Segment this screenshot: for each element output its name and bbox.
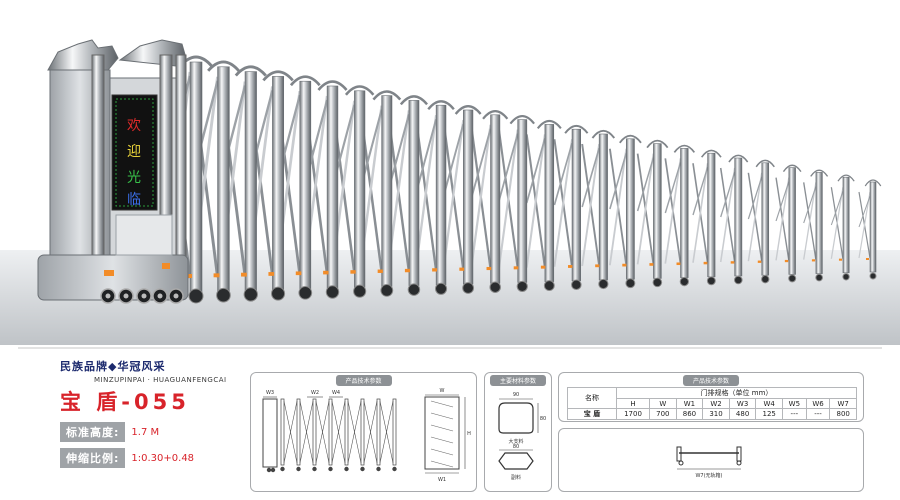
table-cell: W1 <box>675 398 704 409</box>
track-panel: W7(无轨箱) <box>558 428 864 492</box>
brand-block: 民族品牌◆华冠风采 MINZUPINPAI · HUAGUANFENGCAI 宝… <box>60 358 260 468</box>
dim-label: 80 <box>513 444 519 450</box>
spec-table-panel: 产品技术参数 名称 门排规格（单位 mm） H W W1 W2 W3 W4 W5… <box>558 372 864 422</box>
track-drawing: W7(无轨箱) <box>676 446 742 479</box>
led-char: 欢 <box>127 118 141 134</box>
table-cell: 1700 <box>615 408 651 420</box>
gate-illustration: 欢 迎 光 临 <box>0 0 900 345</box>
spec-value: 1.7 M <box>131 426 160 438</box>
table-cell: W5 <box>782 398 807 409</box>
gate-hero-image: 欢 迎 光 临 <box>0 0 900 345</box>
table-cell: W2 <box>702 398 730 409</box>
dim-label: 80 <box>540 416 546 422</box>
control-box: 欢 迎 光 临 <box>37 39 189 304</box>
table-cell: 125 <box>755 408 783 420</box>
table-cell: 310 <box>702 408 730 420</box>
table-cell: 名称 <box>567 387 617 409</box>
dim-label: H <box>467 431 471 437</box>
table-cell: W6 <box>805 398 831 409</box>
table-cell: --- <box>782 408 807 420</box>
table-row: 名称 门排规格（单位 mm） <box>567 387 857 409</box>
model-name: 宝 盾-055 <box>60 390 190 414</box>
dim-label: W4 <box>332 390 340 396</box>
drawing-panel: 产品技术参数 W3 W2 W4 W H W1 <box>250 372 477 492</box>
profile-label: 副料 <box>511 474 521 481</box>
table-row: 宝 盾 1700 700 860 310 480 125 --- --- 800 <box>567 408 857 420</box>
dim-label: W3 <box>266 390 274 396</box>
led-char: 迎 <box>127 144 141 160</box>
spec-label: 伸缩比例: <box>60 448 126 468</box>
info-plate <box>115 214 173 256</box>
table-cell: 宝 盾 <box>567 408 617 420</box>
table-cell: 860 <box>675 408 704 420</box>
gate-technical-drawing: W3 W2 W4 W H W1 <box>262 388 471 483</box>
led-char: 光 <box>127 170 141 186</box>
section-divider <box>18 347 882 349</box>
profile-drawing: 90 80 大支料 80 副料 <box>498 392 546 481</box>
sub-profile-shape <box>498 452 534 470</box>
table-cell: W <box>649 398 677 409</box>
led-char: 临 <box>127 192 141 208</box>
table-cell: 700 <box>649 408 677 420</box>
table-cell: W3 <box>728 398 757 409</box>
control-box-wheels <box>100 288 184 304</box>
dim-label: W <box>440 388 445 394</box>
spec-row: 标准高度: 1.7 M <box>60 422 260 442</box>
table-cell: 800 <box>829 408 857 420</box>
dim-label: W2 <box>311 390 319 396</box>
material-panel: 主要材料参数 90 80 大支料 80 副料 <box>484 372 552 492</box>
spec-value: 1:0.30+0.48 <box>131 452 195 464</box>
dim-label: 90 <box>513 392 519 398</box>
table-cell: 480 <box>728 408 757 420</box>
dim-label: W1 <box>438 477 446 483</box>
table-cell: W7 <box>829 398 857 409</box>
brand-subtitle: MINZUPINPAI · HUAGUANFENGCAI <box>94 376 227 384</box>
table-cell: --- <box>805 408 831 420</box>
panel-header: 产品技术参数 <box>682 375 740 386</box>
table-cell: W4 <box>755 398 783 409</box>
table-cell: 门排规格（单位 mm） <box>616 387 857 399</box>
spec-table: 名称 门排规格（单位 mm） H W W1 W2 W3 W4 W5 W6 W7 … <box>567 387 857 420</box>
table-cell: H <box>615 398 651 409</box>
main-profile-shape <box>498 402 534 434</box>
spec-label: 标准高度: <box>60 422 126 442</box>
brand-title: 民族品牌◆华冠风采 <box>60 360 166 373</box>
track-label: W7(无轨箱) <box>695 472 722 479</box>
spec-row: 伸缩比例: 1:0.30+0.48 <box>60 448 260 468</box>
